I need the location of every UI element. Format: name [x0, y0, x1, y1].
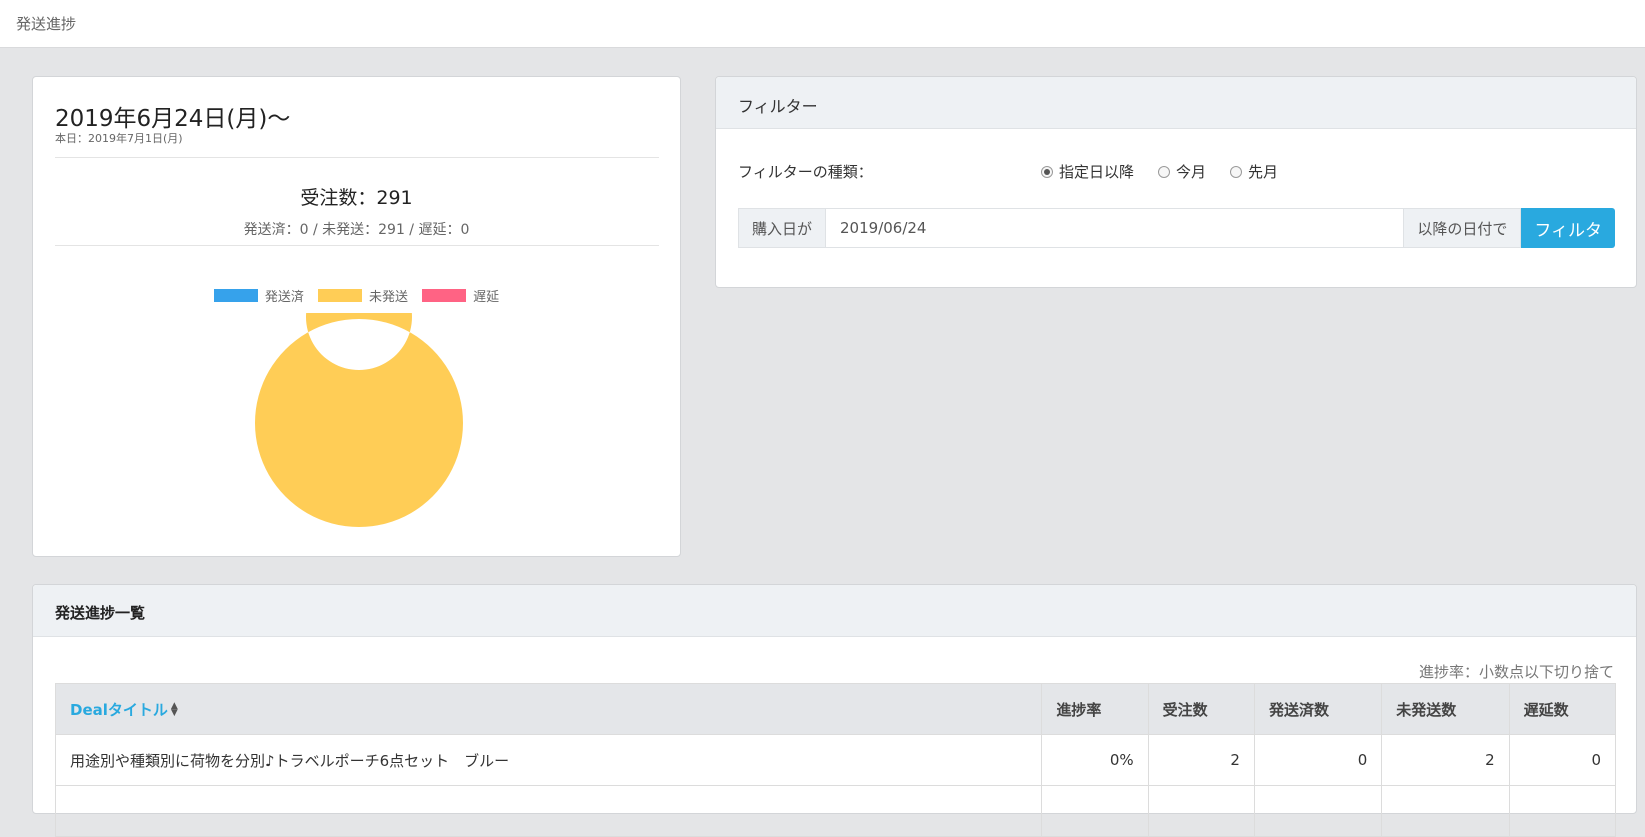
radio-label: 指定日以降 — [1059, 163, 1135, 181]
unshipped-count-cell: 2 — [1381, 734, 1510, 786]
filter-button[interactable]: フィルタ — [1521, 208, 1615, 248]
order-count-cell — [1147, 785, 1255, 837]
delayed-count-cell: 0 — [1508, 734, 1617, 786]
column-header-unshipped-count: 未発送数 — [1381, 683, 1510, 735]
column-header-order-count: 受注数 — [1147, 683, 1255, 735]
progress-list-card: 発送進捗一覧 進捗率：小数点以下切り捨て Dealタイトル ▲ ▼ 進捗率 受注数 … — [32, 584, 1637, 837]
column-header-delayed-count: 遅延数 — [1508, 683, 1617, 735]
today-label: 本日：2019年7月1日(月) — [55, 132, 183, 145]
column-header-shipped-count: 発送済数 — [1253, 683, 1383, 735]
progress-table: Dealタイトル ▲ ▼ 進捗率 受注数 発送済数 未発送数 遅延数 用途別や種類別… — [54, 683, 1617, 837]
legend-swatch — [422, 289, 467, 302]
filter-card: フィルター フィルターの種類： 指定日以降 今月 先月 購入日が 以降の日付で … — [715, 76, 1637, 288]
radio-label: 今月 — [1176, 163, 1207, 181]
date-suffix: 以降の日付で — [1404, 208, 1522, 248]
date-filter-group: 購入日が 以降の日付で フィルタ — [738, 208, 1615, 248]
purchase-date-prefix: 購入日が — [738, 208, 826, 248]
legend-swatch — [317, 289, 362, 302]
column-header-deal-title[interactable]: Dealタイトル ▲ ▼ — [54, 683, 1043, 735]
list-title: 発送進捗一覧 — [55, 604, 146, 622]
progress-rate-cell: 0% — [1041, 734, 1149, 786]
radio-last-month[interactable]: 先月 — [1230, 161, 1278, 182]
deal-title-cell — [54, 785, 1043, 837]
table-row[interactable] — [54, 785, 1617, 837]
shipped-count-cell — [1253, 785, 1383, 837]
filter-type-label: フィルターの種類： — [738, 163, 873, 181]
divider — [55, 157, 659, 158]
table-row[interactable]: 用途別や種類別に荷物を分別♪トラベルポーチ6点セット ブルー 0% 2 0 2 … — [54, 734, 1617, 786]
radio-label: 先月 — [1248, 163, 1279, 181]
sort-icon[interactable]: ▲ ▼ — [171, 702, 178, 718]
order-count-cell: 2 — [1147, 734, 1255, 786]
progress-rate-note: 進捗率：小数点以下切り捨て — [1418, 663, 1614, 681]
legend-label: 発送済 — [264, 290, 304, 305]
page-title: 発送進捗 — [16, 15, 77, 33]
sort-by-deal-title-link[interactable]: Dealタイトル — [70, 701, 168, 719]
filter-header: フィルター — [716, 77, 1636, 129]
legend-label: 遅延 — [473, 290, 500, 305]
shipping-donut-chart — [255, 313, 463, 527]
progress-rate-cell — [1041, 785, 1149, 837]
legend-item-shipped[interactable]: 発送済 — [213, 286, 304, 305]
table-header-row: Dealタイトル ▲ ▼ 進捗率 受注数 発送済数 未発送数 遅延数 — [54, 683, 1617, 735]
divider — [55, 245, 659, 246]
filter-title: フィルター — [738, 97, 818, 116]
radio-button[interactable] — [1158, 165, 1171, 178]
column-header-progress-rate: 進捗率 — [1041, 683, 1149, 735]
shipped-count-cell: 0 — [1253, 734, 1383, 786]
period-title: 2019年6月24日(月)〜 — [55, 106, 291, 132]
list-header: 発送進捗一覧 — [33, 585, 1636, 637]
deal-title-cell: 用途別や種類別に荷物を分別♪トラベルポーチ6点セット ブルー — [54, 734, 1043, 786]
legend-item-delayed[interactable]: 遅延 — [422, 286, 499, 305]
summary-card: 2019年6月24日(月)〜 本日：2019年7月1日(月) 受注数：291 発… — [32, 76, 681, 557]
legend-swatch — [213, 289, 258, 302]
legend-label: 未発送 — [368, 290, 408, 305]
filter-type-radio-group: 指定日以降 今月 先月 — [1041, 161, 1302, 182]
purchase-date-input[interactable] — [825, 208, 1405, 248]
radio-since-date[interactable]: 指定日以降 — [1041, 161, 1134, 182]
unshipped-count-cell — [1381, 785, 1510, 837]
order-breakdown: 発送済：0 / 未発送：291 / 遅延：0 — [243, 222, 470, 238]
radio-button[interactable] — [1230, 165, 1243, 178]
order-count: 受注数：291 — [300, 187, 413, 209]
chart-legend: 発送済 未発送 遅延 — [33, 286, 680, 306]
radio-button[interactable] — [1041, 165, 1053, 178]
delayed-count-cell — [1508, 785, 1617, 837]
top-bar: 発送進捗 — [0, 0, 1645, 48]
legend-item-unshipped[interactable]: 未発送 — [317, 286, 408, 305]
radio-this-month[interactable]: 今月 — [1158, 161, 1206, 182]
